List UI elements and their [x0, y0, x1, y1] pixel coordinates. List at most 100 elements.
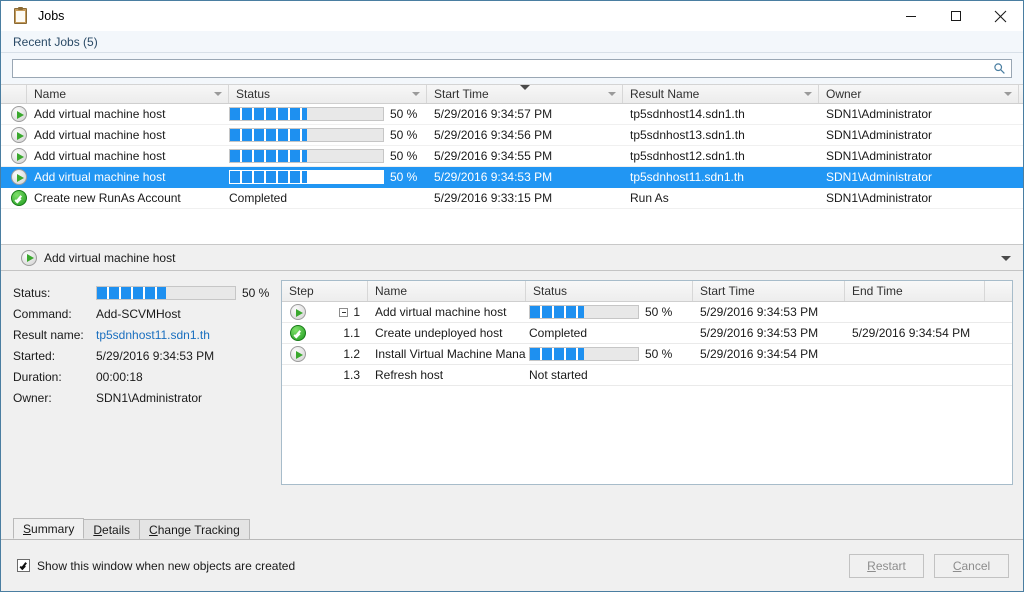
column-filter-icon[interactable]: [214, 92, 222, 96]
search-input[interactable]: [13, 60, 1011, 77]
row-status-cell: Completed: [229, 191, 427, 205]
row-status-cell: 50 %: [229, 170, 427, 184]
running-icon: [21, 249, 37, 266]
job-detail-pane: Status: 50 % Command: Add-SCVMHost Result na…: [1, 271, 1023, 519]
steps-table-row[interactable]: 1.2 Install Virtual Machine Mana... 50 % 5/…: [282, 344, 1012, 365]
step-cell: 1.1: [282, 325, 368, 341]
steps-column-header-start-time[interactable]: Start Time: [693, 281, 845, 301]
row-status-icon-cell: [1, 127, 27, 143]
cancel-button-mnemonic: C: [952, 558, 962, 573]
row-start-time-cell: 5/29/2016 9:34:55 PM: [434, 149, 553, 163]
show-window-checkbox-row[interactable]: Show this window when new objects are cr…: [17, 559, 295, 573]
table-row[interactable]: Add virtual machine host 50 % 5/29/2016 9:…: [1, 125, 1023, 146]
jobs-window: Jobs Recent Jobs (5) Name Status Start T…: [0, 0, 1024, 592]
selected-job-bar[interactable]: Add virtual machine host: [1, 245, 1023, 271]
row-owner-cell: SDN1\Administrator: [826, 149, 933, 163]
table-row[interactable]: Add virtual machine host 50 % 5/29/2016 9:…: [1, 167, 1023, 188]
column-header-label: Name: [34, 87, 67, 101]
steps-table-row[interactable]: 1.3 Refresh host Not started: [282, 365, 1012, 386]
running-icon: [11, 148, 27, 164]
row-result-name-cell: Run As: [630, 191, 669, 205]
steps-table-rows: 1 Add virtual machine host 50 % 5/29/2016 9…: [282, 302, 1012, 484]
collapse-expander-icon[interactable]: [339, 307, 349, 317]
row-status-cell: 50 %: [229, 128, 427, 142]
row-start-time-cell: 5/29/2016 9:34:53 PM: [434, 170, 553, 184]
summary-field: Status: 50 %: [13, 282, 269, 303]
jobs-grid-header: Name Status Start Time Result Name Owner: [1, 84, 1023, 104]
column-header-owner[interactable]: Owner: [819, 85, 1019, 103]
step-status-text: Completed: [529, 326, 588, 340]
restart-button[interactable]: Restart: [849, 553, 924, 578]
table-row[interactable]: Add virtual machine host 50 % 5/29/2016 9:…: [1, 104, 1023, 125]
steps-column-header-step[interactable]: Step: [282, 281, 368, 301]
column-header-icon[interactable]: [1, 85, 27, 103]
steps-column-header-status[interactable]: Status: [526, 281, 693, 301]
progress-bar-fill: [530, 306, 584, 318]
row-start-time-cell: 5/29/2016 9:33:15 PM: [434, 191, 553, 205]
row-status-cell: 50 %: [229, 107, 427, 121]
progress-bar: [229, 170, 384, 184]
summary-field-link[interactable]: tp5sdnhost11.sdn1.th: [96, 328, 210, 342]
steps-table-row[interactable]: 1 Add virtual machine host 50 % 5/29/2016 9…: [282, 302, 1012, 323]
summary-fields: Status: 50 % Command: Add-SCVMHost Result na…: [13, 280, 269, 519]
row-name-cell: Add virtual machine host: [34, 128, 166, 142]
detail-tabs: Summary Details Change Tracking: [1, 518, 1023, 540]
search-box[interactable]: [12, 59, 1012, 78]
row-owner-cell: SDN1\Administrator: [826, 107, 933, 121]
tab-details[interactable]: Details: [83, 519, 141, 539]
column-filter-icon[interactable]: [608, 92, 616, 96]
search-icon[interactable]: [993, 62, 1006, 75]
summary-field-label: Owner:: [13, 390, 52, 405]
jobs-grid-rows: Add virtual machine host 50 % 5/29/2016 9:…: [1, 104, 1023, 209]
steps-column-header-name[interactable]: Name: [368, 281, 526, 301]
row-percent-label: 50 %: [390, 149, 418, 163]
step-start-time-cell: 5/29/2016 9:34:53 PM: [700, 305, 819, 319]
steps-column-header-end-time[interactable]: End Time: [845, 281, 985, 301]
summary-field-label: Status:: [13, 285, 51, 300]
column-filter-icon[interactable]: [804, 92, 812, 96]
summary-field: Duration: 00:00:18: [13, 366, 263, 387]
summary-field-label: Duration:: [13, 369, 62, 384]
window-title: Jobs: [38, 9, 65, 23]
maximize-icon[interactable]: [933, 1, 978, 31]
close-icon[interactable]: [978, 1, 1023, 31]
row-result-name-cell: tp5sdnhost12.sdn1.th: [630, 149, 745, 163]
row-start-time-cell: 5/29/2016 9:34:57 PM: [434, 107, 553, 121]
progress-bar-fill: [97, 286, 166, 299]
cancel-button[interactable]: Cancel: [934, 553, 1009, 578]
row-name-cell: Add virtual machine host: [34, 149, 166, 163]
restart-button-mnemonic: R: [867, 558, 876, 573]
step-status-cell: 50 %: [526, 305, 693, 319]
column-filter-icon[interactable]: [412, 92, 420, 96]
column-header-label: Start Time: [434, 87, 489, 101]
step-number: 1: [353, 305, 360, 319]
table-row[interactable]: Add virtual machine host 50 % 5/29/2016 9:…: [1, 146, 1023, 167]
column-header-result-name[interactable]: Result Name: [623, 85, 819, 103]
row-name-cell: Add virtual machine host: [34, 107, 166, 121]
tab-change-tracking[interactable]: Change Tracking: [139, 519, 250, 539]
column-header-name[interactable]: Name: [27, 85, 229, 103]
steps-table-row[interactable]: 1.1 Create undeployed host Completed 5/29/2…: [282, 323, 1012, 344]
step-start-time-cell: 5/29/2016 9:34:54 PM: [700, 347, 819, 361]
checkbox-icon[interactable]: [17, 559, 30, 572]
step-percent-label: 50 %: [645, 347, 673, 361]
running-icon: [11, 169, 27, 185]
running-icon: [11, 106, 27, 122]
row-result-name-cell: tp5sdnhost14.sdn1.th: [630, 107, 745, 121]
column-header-status[interactable]: Status: [229, 85, 427, 103]
tab-summary[interactable]: Summary: [13, 518, 85, 539]
step-name-cell: Add virtual machine host: [375, 305, 507, 319]
step-status-cell: Completed: [526, 326, 693, 340]
minimize-icon[interactable]: [888, 1, 933, 31]
progress-bar-fill: [230, 150, 307, 162]
running-icon: [290, 304, 306, 320]
row-start-time-cell: 5/29/2016 9:34:56 PM: [434, 128, 553, 142]
completed-icon: [290, 325, 306, 341]
cancel-button-label: ancel: [961, 558, 991, 573]
summary-percent-label: 50 %: [242, 285, 270, 300]
tab-label: etails: [102, 522, 131, 537]
column-filter-icon[interactable]: [1004, 92, 1012, 96]
sort-descending-icon: [520, 85, 530, 90]
table-row[interactable]: Create new RunAs Account Completed 5/29/20…: [1, 188, 1023, 209]
chevron-down-icon[interactable]: [1001, 255, 1011, 261]
